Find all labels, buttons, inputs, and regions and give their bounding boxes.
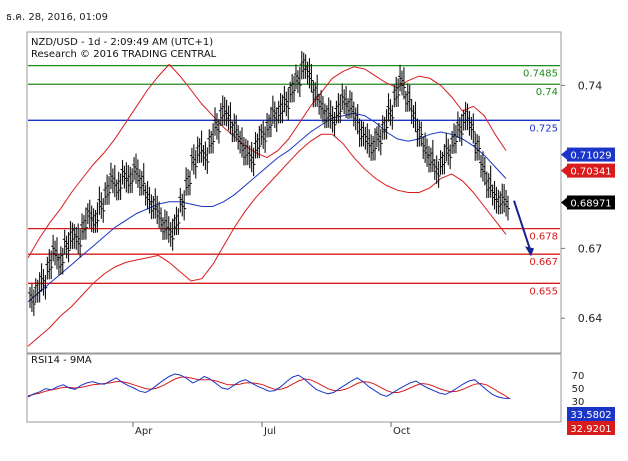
rsi-title: RSI14 - 9MA [31, 355, 92, 366]
x-tick-label: Apr [135, 426, 153, 437]
level-label: 0.655 [529, 286, 558, 297]
value-badge-pointer [561, 197, 567, 208]
rsi-tick-label: 50 [572, 384, 585, 395]
value-badge-label: 0.70341 [570, 167, 611, 178]
rsi-tick-label: 70 [572, 371, 585, 382]
level-label: 0.678 [529, 232, 558, 243]
rsi-panel-frame [26, 353, 562, 423]
rsi-badge-label: 33.5802 [570, 410, 611, 421]
price-badges: 0.71029 0.70341 0.68971 [561, 147, 615, 210]
value-badge-pointer [561, 165, 567, 176]
level-label: 0.667 [529, 257, 558, 268]
chart-title-line-2: Research © 2016 TRADING CENTRAL [31, 49, 217, 60]
time-axis: Apr Jul Oct [132, 422, 410, 437]
x-tick-label: Jul [263, 426, 276, 437]
y-tick-label: 0.67 [578, 242, 603, 255]
y-tick-label: 0.74 [578, 79, 603, 92]
value-badge-pointer [561, 149, 567, 160]
level-label: 0.74 [536, 87, 558, 98]
value-badge-label: 0.71029 [570, 151, 611, 162]
y-tick-label: 0.64 [578, 312, 603, 325]
price-chart: NZD/USD - 1d - 2:09:49 AM (UTC+1) Resear… [26, 31, 615, 437]
level-label: 0.725 [529, 123, 558, 134]
x-tick-label: Oct [393, 426, 410, 437]
level-label: 0.7485 [523, 69, 558, 80]
rsi-badge-label: 32.9201 [570, 424, 611, 435]
value-badge-label: 0.68971 [570, 198, 611, 209]
chart-title-line-1: NZD/USD - 1d - 2:09:49 AM (UTC+1) [31, 37, 213, 48]
rsi-tick-label: 30 [572, 397, 585, 408]
